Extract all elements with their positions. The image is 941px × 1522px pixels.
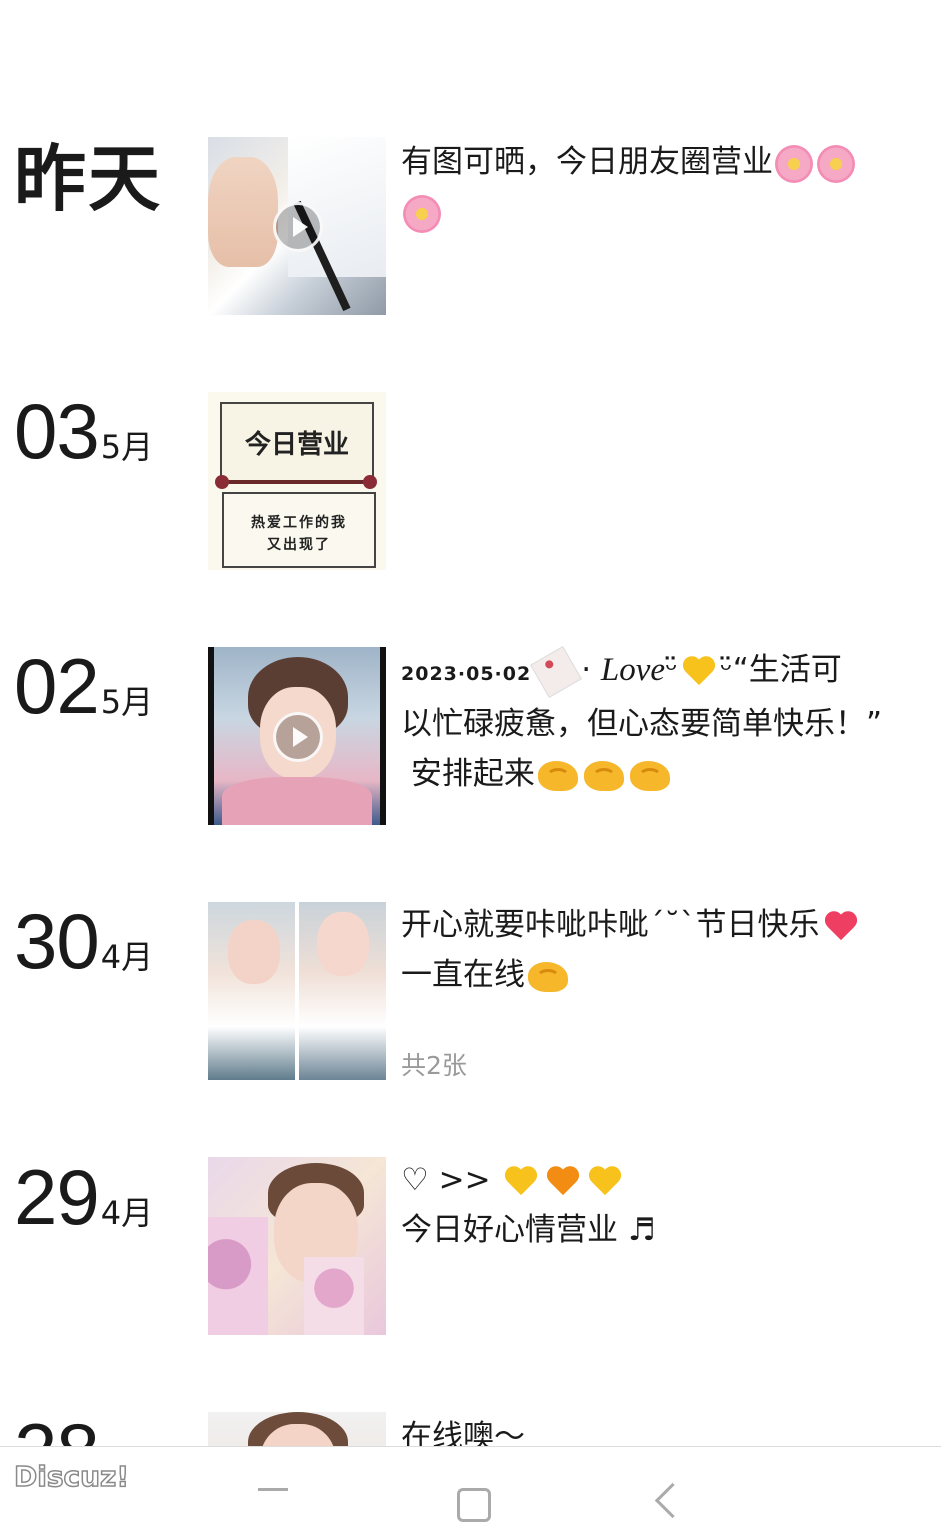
entry-date: 035月 bbox=[14, 392, 153, 470]
photo-left bbox=[208, 902, 295, 1080]
entry-date: 昨天 bbox=[14, 140, 162, 218]
post-text: ♡ >> 今日好心情营业 ♬ bbox=[401, 1155, 911, 1255]
image-thumbnail[interactable] bbox=[208, 1412, 386, 1446]
flexed-biceps-icon bbox=[583, 760, 624, 791]
post-text-content: 在线噢～ bbox=[401, 1419, 525, 1446]
play-icon[interactable] bbox=[273, 202, 323, 252]
poster-dot-left bbox=[215, 475, 229, 489]
video-border-right bbox=[380, 647, 386, 825]
photo-face bbox=[317, 912, 369, 976]
post-text: 开心就要咔呲咔呲ˊ˘ˋ节日快乐 一直在线 bbox=[401, 900, 911, 1000]
flexed-biceps-icon bbox=[629, 760, 670, 791]
post-text-line2: 一直在线 bbox=[401, 957, 525, 993]
poster-divider bbox=[218, 480, 376, 484]
quote-open: ᵕ̈“生活可 bbox=[719, 652, 842, 688]
poster-line2: 又出现了 bbox=[267, 537, 331, 553]
photo-shoulders bbox=[222, 777, 372, 825]
face-emoticon: ᵕ̈ bbox=[665, 652, 678, 688]
poster-dot-right bbox=[363, 475, 377, 489]
post-text-content: 有图可晒，今日朋友圈营业 bbox=[401, 144, 773, 180]
yellow-heart-icon bbox=[588, 1167, 622, 1197]
photo-figure bbox=[208, 157, 278, 267]
date-day: 28 bbox=[14, 1407, 100, 1446]
date-month: 4月 bbox=[100, 938, 154, 976]
image-grid-thumbnail[interactable] bbox=[208, 902, 386, 1080]
image-thumbnail[interactable]: 今日营业 热爱工作的我 又出现了 bbox=[208, 392, 386, 570]
photo-flowers bbox=[304, 1257, 364, 1335]
flexed-biceps-icon bbox=[528, 961, 568, 992]
tag-icon bbox=[530, 645, 583, 698]
photo-face bbox=[228, 920, 280, 984]
photo-right bbox=[299, 902, 386, 1080]
yellow-heart-icon bbox=[682, 657, 716, 687]
photo-flowers bbox=[208, 1217, 268, 1335]
cherry-blossom-icon bbox=[403, 194, 441, 233]
post-text-line2: 以忙碌疲惫，但心态要简单快乐！” bbox=[401, 706, 883, 742]
play-icon[interactable] bbox=[273, 712, 323, 762]
cherry-blossom-icon bbox=[817, 144, 855, 183]
post-text-line3: 安排起来 bbox=[410, 756, 535, 792]
image-thumbnail[interactable] bbox=[208, 1157, 386, 1335]
video-border-left bbox=[208, 647, 214, 825]
date-day: 02 bbox=[14, 642, 100, 730]
post-text: 在线噢～ bbox=[401, 1412, 911, 1446]
poster-top-panel: 今日营业 bbox=[220, 402, 374, 484]
post-text-line1: ♡ >> bbox=[401, 1162, 491, 1198]
date-day: 29 bbox=[14, 1153, 100, 1241]
cherry-blossom-icon bbox=[775, 144, 813, 183]
video-thumbnail[interactable] bbox=[208, 137, 386, 315]
yellow-heart-icon bbox=[504, 1167, 538, 1197]
date-month: 5月 bbox=[100, 683, 154, 721]
entry-date: 025月 bbox=[14, 647, 153, 725]
poster-line1: 热爱工作的我 bbox=[251, 515, 347, 531]
video-thumbnail[interactable] bbox=[208, 647, 386, 825]
date-month: 5月 bbox=[100, 428, 154, 466]
menu-icon[interactable] bbox=[258, 1488, 288, 1505]
moment-entry-partial[interactable]: 28 在线噢～ bbox=[0, 1404, 941, 1446]
dot: · bbox=[581, 652, 592, 688]
entry-date: 304月 bbox=[14, 902, 153, 980]
entry-date: 28 bbox=[14, 1412, 100, 1446]
image-count: 共2张 bbox=[401, 1051, 467, 1080]
post-text-line1: 开心就要咔呲咔呲ˊ˘ˋ节日快乐 bbox=[401, 907, 820, 943]
home-icon[interactable] bbox=[457, 1488, 491, 1522]
post-date-stamp: 2023·05·02 bbox=[401, 663, 532, 685]
flexed-biceps-icon bbox=[537, 760, 578, 791]
love-text: Love bbox=[600, 652, 666, 688]
poster-bottom-panel: 热爱工作的我 又出现了 bbox=[222, 492, 376, 568]
orange-heart-icon bbox=[546, 1167, 580, 1197]
date-day: 30 bbox=[14, 897, 100, 985]
date-month: 4月 bbox=[100, 1194, 154, 1232]
red-heart-icon bbox=[824, 912, 858, 942]
poster-title: 今日营业 bbox=[244, 430, 349, 460]
post-text: 有图可晒，今日朋友圈营业 bbox=[401, 137, 911, 237]
post-text: 2023·05·02 · Loveᵕ̈ ᵕ̈“生活可 以忙碌疲惫，但心态要简单快乐！… bbox=[401, 645, 911, 799]
discuz-watermark: Discuz! bbox=[13, 1459, 130, 1494]
post-text-line2: 今日好心情营业 ♬ bbox=[401, 1212, 656, 1248]
date-day: 03 bbox=[14, 387, 100, 475]
entry-date: 294月 bbox=[14, 1158, 153, 1236]
date-label: 昨天 bbox=[14, 137, 163, 221]
